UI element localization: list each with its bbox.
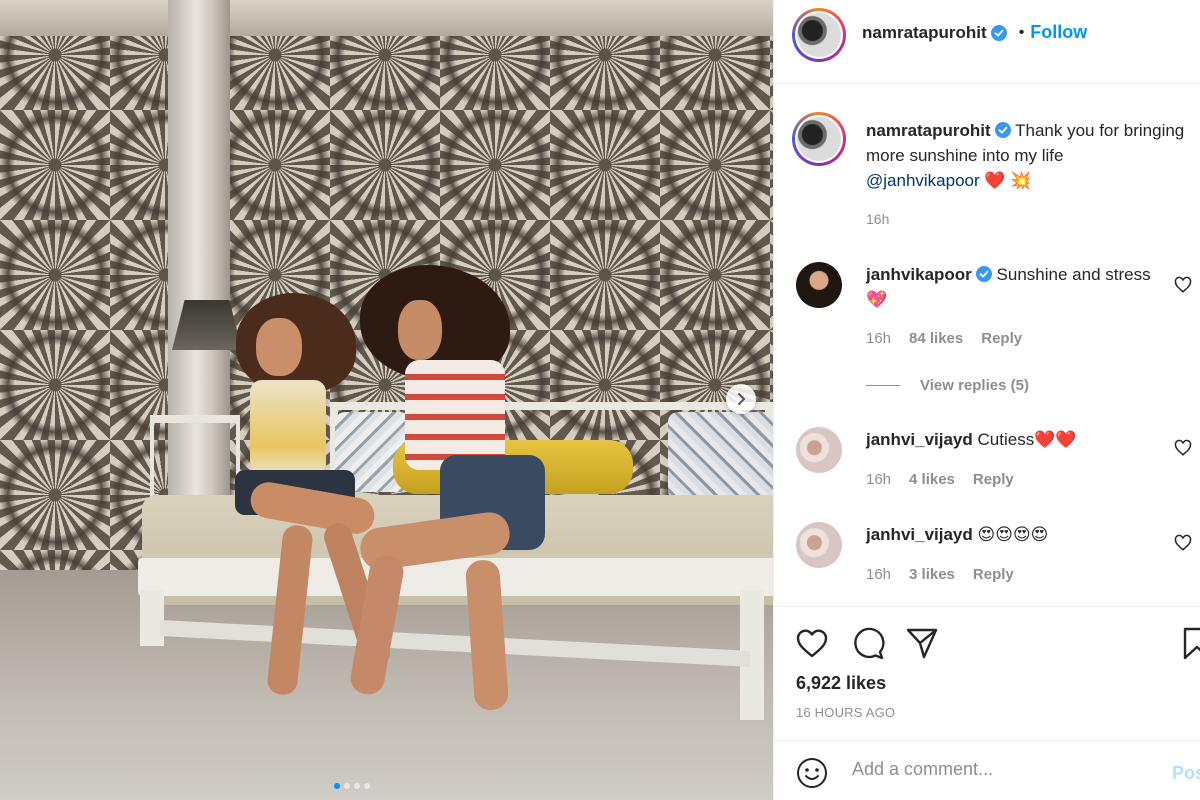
avatar[interactable]	[796, 522, 842, 568]
follow-button[interactable]: Follow	[1030, 22, 1087, 43]
separator-dot: •	[1018, 23, 1025, 41]
comment-text: Cutiess	[977, 430, 1035, 449]
comment-emoji: ❤️❤️	[1034, 430, 1077, 449]
comment-meta: 16h 3 likes Reply	[866, 566, 1014, 583]
reply-button[interactable]: Reply	[973, 471, 1014, 488]
caption-avatar[interactable]	[792, 112, 846, 166]
caption-mention[interactable]: @janhvikapoor	[866, 171, 980, 190]
verified-icon	[975, 266, 992, 282]
avatar[interactable]	[796, 262, 842, 308]
person-face	[256, 318, 302, 376]
like-comment-heart-icon[interactable]	[1174, 439, 1192, 457]
share-icon[interactable]	[904, 625, 940, 661]
emoji-icon[interactable]	[796, 757, 828, 789]
ceiling-beam	[0, 0, 773, 36]
comment-time: 16h	[866, 471, 892, 488]
comment-emoji: 😍😍😍😍	[977, 525, 1049, 544]
person-top	[405, 360, 505, 470]
reply-button[interactable]: Reply	[981, 330, 1022, 347]
post-comment-button[interactable]: Post	[1172, 763, 1200, 784]
post-caption: namratapurohit Thank you for bringing mo…	[866, 118, 1186, 193]
avatar-image	[797, 13, 841, 57]
caption-emojis: ❤️ 💥	[984, 171, 1032, 190]
comment-likes[interactable]: 4 likes	[909, 471, 955, 488]
comment-meta: 16h 4 likes Reply	[866, 471, 1014, 488]
add-comment-bar: Post	[774, 740, 1200, 800]
caption-username[interactable]: namratapurohit	[866, 121, 991, 140]
comment-username[interactable]: janhvikapoor	[866, 265, 972, 284]
post-header: namratapurohit • Follow	[774, 0, 1200, 84]
post-timestamp: 16 HOURS AGO	[796, 705, 896, 720]
carousel-dot	[354, 783, 360, 789]
comment-text: Sunshine and stress	[996, 265, 1151, 284]
carousel-dot	[344, 783, 350, 789]
comment-icon[interactable]	[850, 625, 886, 661]
post-photo[interactable]	[0, 0, 773, 800]
comment-time: 16h	[866, 330, 892, 347]
cushion	[668, 412, 773, 500]
comment-likes[interactable]: 84 likes	[909, 330, 963, 347]
carousel-dots	[334, 783, 370, 789]
avatar[interactable]	[796, 427, 842, 473]
likes-count[interactable]: 6,922 likes	[796, 673, 886, 694]
heart-icon[interactable]	[794, 625, 830, 661]
view-replies-button[interactable]: View replies (5)	[866, 377, 1029, 394]
like-comment-heart-icon[interactable]	[1174, 276, 1192, 294]
comment-username[interactable]: janhvi_vijayd	[866, 525, 973, 544]
post-actions: 6,922 likes 16 HOURS AGO	[774, 606, 1200, 746]
verified-icon	[994, 122, 1011, 138]
comment-username[interactable]: janhvi_vijayd	[866, 430, 973, 449]
daybed-leg	[140, 590, 164, 646]
comment-emoji: 💖	[866, 290, 888, 309]
comment-input[interactable]	[852, 759, 1152, 780]
verified-icon	[990, 24, 1007, 41]
reply-button[interactable]: Reply	[973, 566, 1014, 583]
comment-meta: 16h 84 likes Reply	[866, 330, 1022, 347]
bookmark-icon[interactable]	[1179, 625, 1200, 661]
carousel-dot	[364, 783, 370, 789]
caption-timestamp: 16h	[866, 211, 890, 227]
post-side-panel: namratapurohit • Follow namratapurohit T…	[773, 0, 1200, 800]
comment-time: 16h	[866, 566, 892, 583]
divider	[866, 385, 900, 386]
like-comment-heart-icon[interactable]	[1174, 534, 1192, 552]
daybed-frame	[138, 558, 773, 596]
carousel-dot-active	[334, 783, 340, 789]
view-replies-label: View replies (5)	[920, 377, 1029, 394]
person-face	[398, 300, 442, 360]
comment-likes[interactable]: 3 likes	[909, 566, 955, 583]
avatar[interactable]	[792, 8, 846, 62]
person-top	[250, 380, 326, 475]
avatar-image	[797, 117, 841, 161]
carousel-next-button[interactable]	[726, 384, 756, 414]
chevron-right-icon	[738, 393, 746, 405]
header-username[interactable]: namratapurohit	[862, 23, 987, 43]
